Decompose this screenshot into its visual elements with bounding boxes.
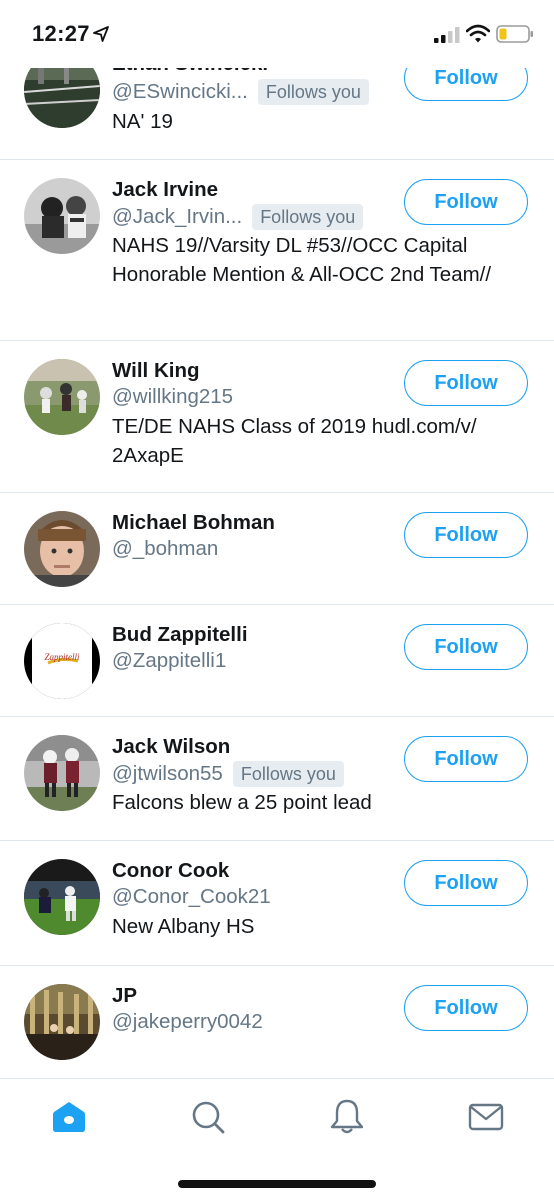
- user-handle: @Zappitelli1: [112, 649, 227, 672]
- avatar[interactable]: [24, 359, 100, 435]
- follows-you-badge: Follows you: [252, 204, 364, 230]
- user-name: Jack Wilson: [112, 735, 231, 758]
- list-item[interactable]: Jack Irvine @Jack_Irvin... Follows you N…: [0, 160, 554, 341]
- handle-line: @jakeperry0042: [112, 1010, 263, 1034]
- search-icon[interactable]: [188, 1097, 228, 1137]
- user-handle: @Conor_Cook21: [112, 885, 271, 908]
- user-handle: @ESwincicki...: [112, 80, 248, 103]
- user-bio: Falcons blew a 25 point lead: [112, 791, 372, 814]
- handle-line: @_bohman: [112, 537, 218, 561]
- user-handle: @_bohman: [112, 537, 219, 560]
- list-item[interactable]: Zappitelli Bud Zappitelli @Zappitelli1 F…: [0, 605, 554, 717]
- user-bio: New Albany HS: [112, 915, 255, 938]
- user-handle: @willking215: [112, 385, 234, 408]
- follow-button[interactable]: Follow: [404, 512, 528, 558]
- user-handle: @jtwilson55: [112, 762, 223, 785]
- mail-icon[interactable]: [466, 1097, 506, 1137]
- list-item[interactable]: JP @jakeperry0042 Follow: [0, 966, 554, 1078]
- list-item[interactable]: Will King @willking215 TE/DE NAHS Class …: [0, 341, 554, 493]
- follow-button[interactable]: Follow: [404, 736, 528, 782]
- battery-icon: [496, 25, 533, 43]
- home-icon[interactable]: [49, 1097, 89, 1137]
- follows-you-badge: Follows you: [232, 761, 344, 787]
- avatar[interactable]: [24, 984, 100, 1060]
- status-bar: 12:27: [0, 0, 554, 68]
- handle-line: @willking215: [112, 385, 233, 409]
- follow-button[interactable]: Follow: [404, 624, 528, 670]
- follow-button[interactable]: Follow: [404, 860, 528, 906]
- user-list: Ethan Swincicki @ESwincicki... Follows y…: [0, 0, 554, 1078]
- user-bio: NA' 19: [112, 110, 173, 133]
- user-bio: NAHS 19//Varsity DL #53//OCC Capital Hon…: [112, 234, 492, 286]
- status-time: 12:27: [32, 21, 90, 46]
- follow-button[interactable]: Follow: [404, 179, 528, 225]
- user-name: Michael Bohman: [112, 511, 275, 534]
- user-bio: TE/DE NAHS Class of 2019 hudl.com/v/ 2Ax…: [112, 415, 477, 467]
- user-name: Will King: [112, 359, 200, 382]
- user-name: Jack Irvine: [112, 178, 218, 201]
- handle-line: @Conor_Cook21: [112, 885, 271, 909]
- home-indicator[interactable]: [178, 1180, 376, 1188]
- wifi-icon: [466, 24, 490, 43]
- avatar[interactable]: [24, 859, 100, 935]
- avatar[interactable]: [24, 511, 100, 587]
- user-name: JP: [112, 984, 138, 1007]
- user-name: Bud Zappitelli: [112, 623, 248, 646]
- avatar[interactable]: [24, 178, 100, 254]
- follows-you-badge: Follows you: [257, 79, 369, 105]
- list-item[interactable]: Jack Wilson @jtwilson55 Follows you Falc…: [0, 717, 554, 841]
- follow-button[interactable]: Follow: [404, 985, 528, 1031]
- handle-line: @Jack_Irvin... Follows you: [112, 204, 364, 230]
- handle-line: @Zappitelli1: [112, 649, 226, 673]
- follow-button[interactable]: Follow: [404, 360, 528, 406]
- list-item[interactable]: Conor Cook @Conor_Cook21 New Albany HS F…: [0, 841, 554, 966]
- avatar[interactable]: Zappitelli: [24, 623, 100, 699]
- bell-icon[interactable]: [327, 1097, 367, 1137]
- user-name: Conor Cook: [112, 859, 230, 882]
- handle-line: @jtwilson55 Follows you: [112, 761, 344, 787]
- user-handle: @Jack_Irvin...: [112, 205, 243, 228]
- svg-text:Zappitelli: Zappitelli: [44, 652, 80, 662]
- handle-line: @ESwincicki... Follows you: [112, 79, 369, 105]
- location-arrow-icon: [93, 26, 109, 42]
- cellular-signal-icon: [434, 27, 460, 43]
- avatar[interactable]: [24, 735, 100, 811]
- user-handle: @jakeperry0042: [112, 1010, 263, 1033]
- list-item[interactable]: Michael Bohman @_bohman Follow: [0, 493, 554, 605]
